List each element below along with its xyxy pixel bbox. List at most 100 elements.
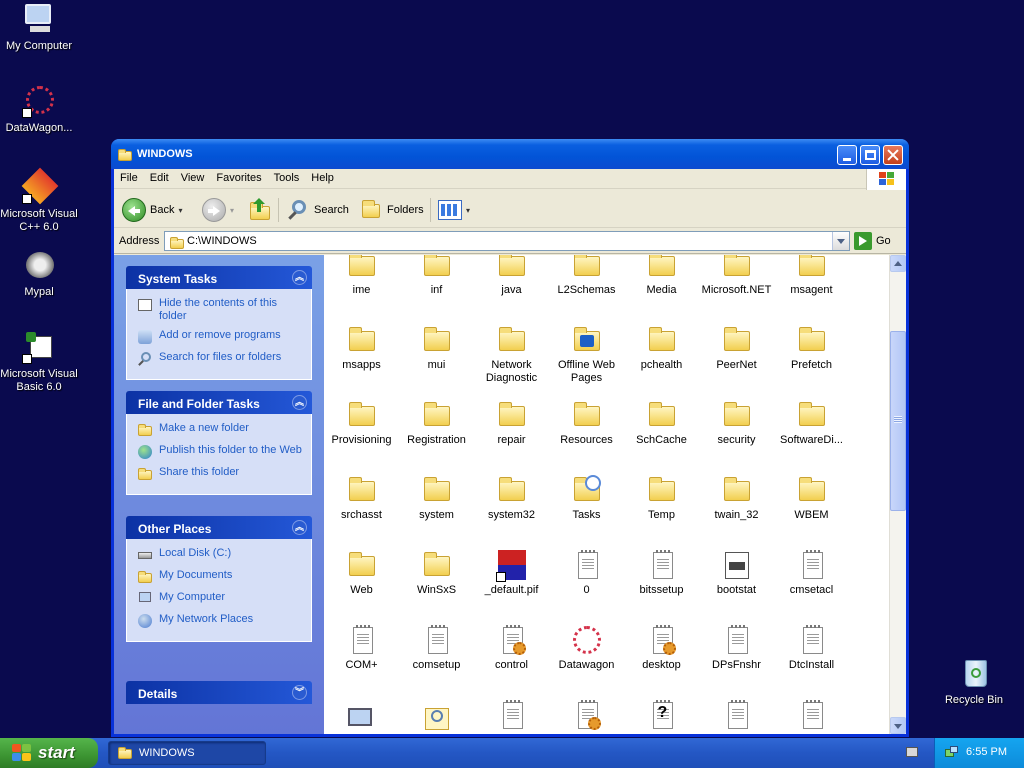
views-button[interactable]: ▾: [438, 197, 470, 223]
system-tasks-header[interactable]: System Tasks ︽: [126, 266, 312, 289]
scroll-thumb[interactable]: [890, 331, 906, 511]
minimize-button[interactable]: [837, 145, 857, 165]
title-bar[interactable]: WINDOWS: [111, 139, 909, 169]
up-folder-button[interactable]: [249, 197, 273, 223]
desktop-icon-my-computer[interactable]: My Computer: [0, 2, 78, 53]
file-item[interactable]: ?: [624, 700, 699, 734]
desktop-icon-datawagon[interactable]: DataWagon...: [0, 84, 78, 135]
file-item[interactable]: [324, 700, 399, 734]
file-item[interactable]: Tasks: [549, 475, 624, 522]
desktop-icon-mypal[interactable]: Mypal: [0, 248, 78, 299]
details-header[interactable]: Details ︾: [126, 681, 312, 704]
maximize-button[interactable]: [860, 145, 880, 165]
menu-edit[interactable]: Edit: [144, 169, 175, 187]
file-item[interactable]: Prefetch: [774, 325, 849, 372]
place-local-disk[interactable]: Local Disk (C:): [137, 547, 303, 563]
forward-button[interactable]: ▾: [202, 197, 234, 223]
file-item[interactable]: Temp: [624, 475, 699, 522]
file-item[interactable]: ime: [324, 255, 399, 297]
file-item[interactable]: [474, 700, 549, 734]
other-places-header[interactable]: Other Places ︽: [126, 516, 312, 539]
file-item[interactable]: inf: [399, 255, 474, 297]
menu-favorites[interactable]: Favorites: [210, 169, 267, 187]
file-item[interactable]: desktop: [624, 625, 699, 672]
file-item[interactable]: msagent: [774, 255, 849, 297]
file-item[interactable]: SoftwareDi...: [774, 400, 849, 447]
folders-button[interactable]: Folders: [359, 197, 424, 223]
file-item[interactable]: system: [399, 475, 474, 522]
file-item[interactable]: DPsFnshr: [699, 625, 774, 672]
search-button[interactable]: Search: [286, 197, 349, 223]
task-share-folder[interactable]: Share this folder: [137, 466, 303, 482]
file-item[interactable]: java: [474, 255, 549, 297]
file-item[interactable]: _default.pif: [474, 550, 549, 597]
task-search-files[interactable]: Search for files or folders: [137, 351, 303, 367]
task-add-remove-programs[interactable]: Add or remove programs: [137, 329, 303, 345]
file-item[interactable]: repair: [474, 400, 549, 447]
file-item[interactable]: bitssetup: [624, 550, 699, 597]
menu-tools[interactable]: Tools: [268, 169, 306, 187]
file-item[interactable]: srchasst: [324, 475, 399, 522]
menu-view[interactable]: View: [175, 169, 211, 187]
file-item[interactable]: comsetup: [399, 625, 474, 672]
place-my-documents[interactable]: My Documents: [137, 569, 303, 585]
file-item[interactable]: Provisioning: [324, 400, 399, 447]
address-input[interactable]: C:\WINDOWS: [164, 231, 850, 251]
expand-icon[interactable]: ︾: [292, 685, 307, 700]
file-item[interactable]: Web: [324, 550, 399, 597]
file-item[interactable]: Datawagon: [549, 625, 624, 672]
file-item[interactable]: Microsoft.NET: [699, 255, 774, 297]
task-hide-contents[interactable]: Hide the contents of this folder: [137, 297, 303, 323]
file-item[interactable]: control: [474, 625, 549, 672]
menu-file[interactable]: File: [114, 169, 144, 187]
collapse-icon[interactable]: ︽: [292, 395, 307, 410]
file-item[interactable]: Offline Web Pages: [549, 325, 624, 385]
task-publish-folder[interactable]: Publish this folder to the Web: [137, 444, 303, 460]
menu-help[interactable]: Help: [305, 169, 340, 187]
file-item[interactable]: PeerNet: [699, 325, 774, 372]
collapse-icon[interactable]: ︽: [292, 520, 307, 535]
file-item[interactable]: WBEM: [774, 475, 849, 522]
start-button[interactable]: start: [0, 738, 98, 768]
clock[interactable]: 6:55 PM: [966, 746, 1007, 758]
place-my-network-places[interactable]: My Network Places: [137, 613, 303, 629]
desktop-icon-visual-cpp[interactable]: Microsoft Visual C++ 6.0: [0, 167, 78, 234]
file-item[interactable]: pchealth: [624, 325, 699, 372]
back-button[interactable]: Back ▾: [122, 197, 182, 223]
vertical-scrollbar[interactable]: [889, 255, 906, 734]
scroll-up-button[interactable]: [890, 255, 906, 272]
file-item[interactable]: [774, 700, 849, 734]
file-item[interactable]: [699, 700, 774, 734]
file-folder-tasks-header[interactable]: File and Folder Tasks ︽: [126, 391, 312, 414]
close-button[interactable]: [883, 145, 903, 165]
keyboard-icon[interactable]: [906, 747, 918, 757]
file-item[interactable]: 0: [549, 550, 624, 597]
file-item[interactable]: Media: [624, 255, 699, 297]
desktop-icon-recycle-bin[interactable]: Recycle Bin: [935, 656, 1013, 707]
file-item[interactable]: [549, 700, 624, 734]
file-item[interactable]: Resources: [549, 400, 624, 447]
place-my-computer[interactable]: My Computer: [137, 591, 303, 607]
file-item[interactable]: cmsetacl: [774, 550, 849, 597]
desktop-icon-visual-basic[interactable]: Microsoft Visual Basic 6.0: [0, 330, 78, 394]
taskbar-button-windows[interactable]: WINDOWS: [108, 741, 266, 765]
file-item[interactable]: Network Diagnostic: [474, 325, 549, 385]
file-item[interactable]: system32: [474, 475, 549, 522]
file-item[interactable]: [399, 700, 474, 734]
file-item[interactable]: msapps: [324, 325, 399, 372]
file-item[interactable]: SchCache: [624, 400, 699, 447]
collapse-icon[interactable]: ︽: [292, 270, 307, 285]
task-make-new-folder[interactable]: Make a new folder: [137, 422, 303, 438]
file-item[interactable]: mui: [399, 325, 474, 372]
file-item[interactable]: L2Schemas: [549, 255, 624, 297]
network-tray-icon[interactable]: [945, 746, 959, 760]
file-item[interactable]: DtcInstall: [774, 625, 849, 672]
file-item[interactable]: COM+: [324, 625, 399, 672]
file-item[interactable]: bootstat: [699, 550, 774, 597]
file-item[interactable]: Registration: [399, 400, 474, 447]
address-dropdown-icon[interactable]: [832, 232, 849, 250]
file-item[interactable]: twain_32: [699, 475, 774, 522]
file-item[interactable]: security: [699, 400, 774, 447]
scroll-down-button[interactable]: [890, 717, 906, 734]
file-item[interactable]: WinSxS: [399, 550, 474, 597]
